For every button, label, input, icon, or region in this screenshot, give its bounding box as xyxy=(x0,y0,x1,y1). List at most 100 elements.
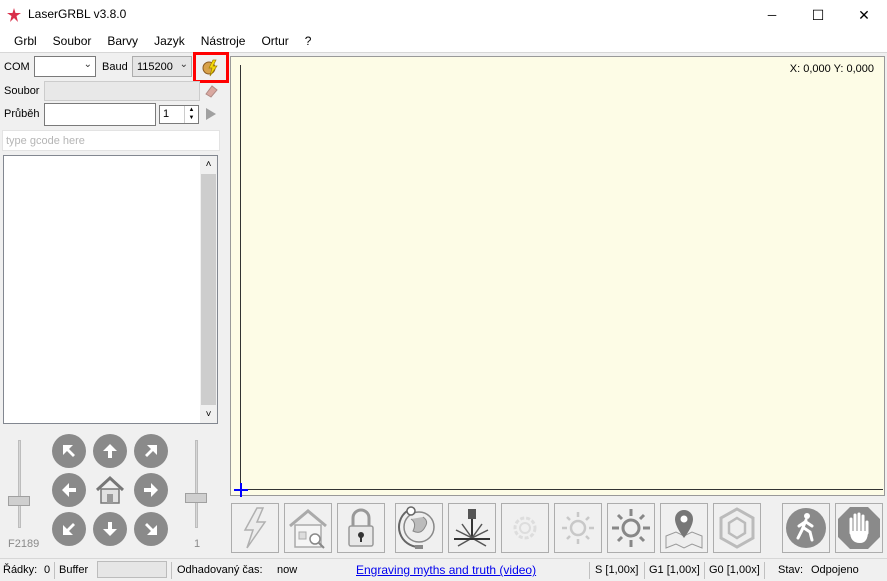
jog-up-left-button[interactable] xyxy=(52,434,86,468)
connect-button[interactable] xyxy=(193,52,229,83)
g1-override-value[interactable]: G1 [1,00x] xyxy=(649,564,700,576)
focus-dim-icon xyxy=(513,516,537,540)
feed-slider-thumb[interactable] xyxy=(8,496,30,506)
scrollbar-thumb[interactable] xyxy=(201,174,216,405)
jog-left-button[interactable] xyxy=(52,473,86,507)
coordinates-readout: X: 0,000 Y: 0,000 xyxy=(789,63,874,75)
frame-button[interactable] xyxy=(713,503,761,553)
arrow-down-icon xyxy=(103,522,117,536)
engrave-lightning-icon xyxy=(243,507,267,549)
globe-button[interactable] xyxy=(395,503,443,553)
menu-jazyk[interactable]: Jazyk xyxy=(146,30,193,52)
status-separator xyxy=(704,562,705,579)
lines-label: Řádky: xyxy=(3,564,38,576)
jog-down-left-button[interactable] xyxy=(52,512,86,546)
maximize-button[interactable]: ☐ xyxy=(795,0,841,30)
arrow-down-right-icon xyxy=(145,523,157,535)
hexagon-icon xyxy=(719,507,755,549)
console-log[interactable]: ˄ ˅ xyxy=(3,155,218,424)
jog-down-right-button[interactable] xyxy=(134,512,168,546)
arrow-up-icon xyxy=(103,444,117,458)
baud-label: Baud xyxy=(102,61,128,73)
close-button[interactable]: ✕ xyxy=(841,0,887,30)
unlock-icon xyxy=(348,508,374,547)
com-port-select[interactable]: ⌄ xyxy=(34,56,96,77)
gcode-input[interactable]: type gcode here xyxy=(2,130,220,151)
step-slider[interactable] xyxy=(184,440,208,528)
scroll-down-icon[interactable]: ˅ xyxy=(200,406,217,423)
scroll-up-icon[interactable]: ˄ xyxy=(200,156,217,173)
x-axis-line xyxy=(240,489,883,490)
passes-stepper[interactable]: 1 ▲ ▼ xyxy=(159,105,199,124)
file-path-field xyxy=(44,81,200,101)
focus-button[interactable] xyxy=(501,503,549,553)
status-separator xyxy=(589,562,590,579)
menu-soubor[interactable]: Soubor xyxy=(45,30,100,52)
maximize-icon: ☐ xyxy=(811,6,825,23)
menu-ortur[interactable]: Ortur xyxy=(253,30,296,52)
close-icon: ✕ xyxy=(858,6,870,23)
arrow-up-left-icon xyxy=(63,445,75,457)
arrow-down-left-icon xyxy=(63,523,75,535)
time-label: Odhadovaný čas: xyxy=(177,564,263,576)
menu-nastroje[interactable]: Nástroje xyxy=(193,30,254,52)
baud-rate-value: 115200 xyxy=(137,61,173,73)
stop-button[interactable] xyxy=(835,503,883,553)
arrow-left-icon xyxy=(62,483,76,497)
chevron-down-icon: ⌄ xyxy=(83,59,92,70)
menu-help[interactable]: ? xyxy=(297,30,320,52)
sun-small-icon xyxy=(562,512,594,544)
file-label: Soubor xyxy=(4,85,40,97)
brightness-low-button[interactable] xyxy=(554,503,602,553)
jog-up-button[interactable] xyxy=(93,434,127,468)
laser-button[interactable] xyxy=(448,503,496,553)
map-button[interactable] xyxy=(660,503,708,553)
stepper-arrows[interactable]: ▲ ▼ xyxy=(184,106,198,123)
jog-up-right-button[interactable] xyxy=(134,434,168,468)
status-separator xyxy=(764,562,765,579)
home-button[interactable] xyxy=(284,503,332,553)
title-bar: LaserGRBL v3.8.0 ─ ☐ ✕ xyxy=(0,0,887,30)
resume-button[interactable] xyxy=(782,503,830,553)
preview-canvas[interactable]: X: 0,000 Y: 0,000 xyxy=(230,56,885,497)
state-value: Odpojeno xyxy=(811,564,859,576)
y-axis-line xyxy=(240,65,241,490)
arrow-right-icon xyxy=(144,483,158,497)
unlock-button[interactable] xyxy=(337,503,385,553)
status-separator xyxy=(54,562,55,579)
sun-large-icon xyxy=(612,509,650,547)
eraser-icon[interactable] xyxy=(204,84,219,98)
minimize-button[interactable]: ─ xyxy=(749,0,795,30)
jog-down-button[interactable] xyxy=(93,512,127,546)
jog-right-button[interactable] xyxy=(134,473,168,507)
baud-rate-select[interactable]: 115200 ⌄ xyxy=(132,56,192,77)
engrave-button[interactable] xyxy=(231,503,279,553)
globe-icon xyxy=(398,506,435,549)
control-panel: COM ⌄ Baud 115200 ⌄ Soubor Průběh 1 ▲ ▼ t… xyxy=(0,52,229,558)
arrow-up-right-icon xyxy=(145,445,157,457)
feed-slider[interactable] xyxy=(8,440,30,528)
origin-marker-icon xyxy=(234,483,248,497)
home-icon xyxy=(95,475,125,504)
lines-value: 0 xyxy=(44,564,51,576)
menu-grbl[interactable]: Grbl xyxy=(6,30,45,52)
progress-label: Průběh xyxy=(4,108,40,120)
stop-hand-icon xyxy=(838,507,880,549)
play-icon[interactable] xyxy=(205,107,217,121)
s-override-value[interactable]: S [1,00x] xyxy=(595,564,638,576)
engraving-myths-link[interactable]: Engraving myths and truth (video) xyxy=(356,563,536,577)
buffer-label: Buffer xyxy=(59,564,89,576)
g0-override-value[interactable]: G0 [1,00x] xyxy=(709,564,760,576)
log-scrollbar[interactable]: ˄ ˅ xyxy=(200,156,217,423)
laser-icon xyxy=(454,509,490,547)
buffer-progress-bar xyxy=(97,561,167,578)
menu-barvy[interactable]: Barvy xyxy=(99,30,146,52)
brightness-high-button[interactable] xyxy=(607,503,655,553)
feed-value: F2189 xyxy=(8,538,40,550)
state-label: Stav: xyxy=(778,564,804,576)
progress-bar xyxy=(44,103,156,126)
laser-logo-icon xyxy=(7,8,21,22)
menu-bar: Grbl Soubor Barvy Jazyk Nástroje Ortur ? xyxy=(0,30,887,52)
step-slider-thumb[interactable] xyxy=(185,493,207,503)
jog-home-button[interactable] xyxy=(93,473,127,507)
